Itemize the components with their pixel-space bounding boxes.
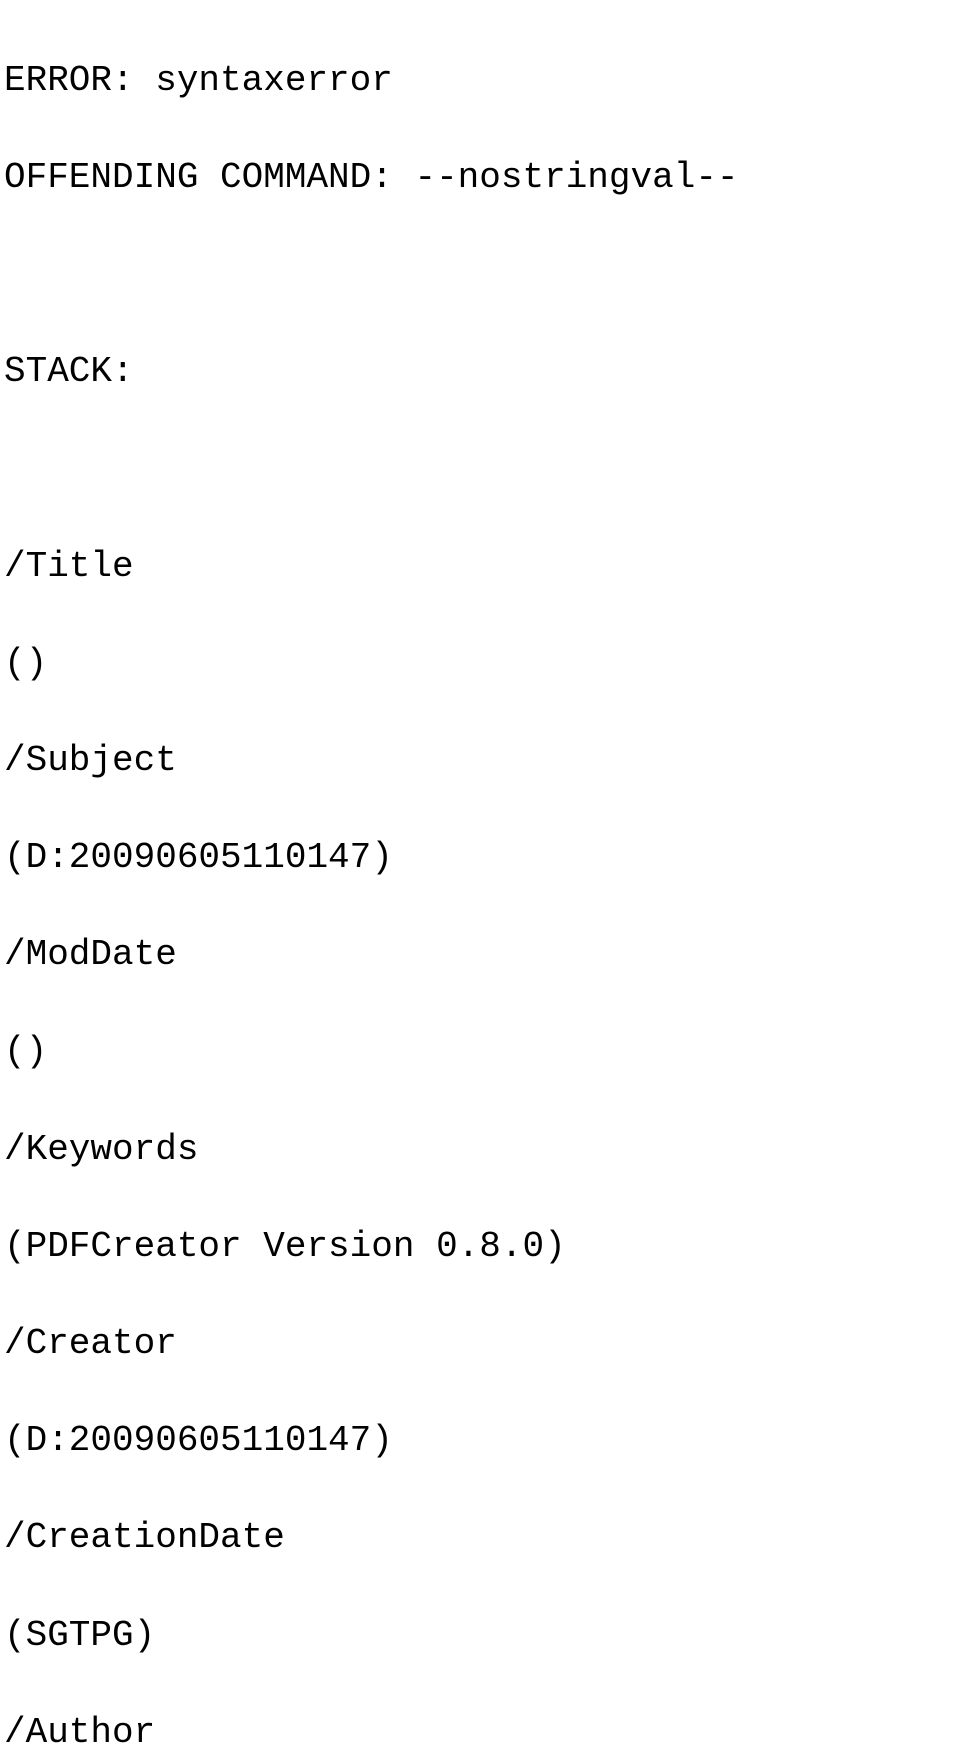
stack-header: STACK: (4, 348, 956, 397)
stack-entry-moddate: /ModDate (4, 931, 956, 980)
stack-entry-creator: /Creator (4, 1320, 956, 1369)
error-line: ERROR: syntaxerror (4, 57, 956, 106)
stack-entry-keywords: /Keywords (4, 1126, 956, 1175)
stack-entry-creationdate: /CreationDate (4, 1514, 956, 1563)
offending-command-line: OFFENDING COMMAND: --nostringval-- (4, 154, 956, 203)
blank-line-1 (4, 251, 956, 300)
stack-entry-title: /Title (4, 543, 956, 592)
stack-entry-pdfcreator: (PDFCreator Version 0.8.0) (4, 1223, 956, 1272)
stack-entry-date-2: (D:20090605110147) (4, 1417, 956, 1466)
stack-entry-empty-2: () (4, 1028, 956, 1077)
stack-entry-subject: /Subject (4, 737, 956, 786)
stack-entry-author: /Author (4, 1709, 956, 1758)
stack-entry-empty-1: () (4, 640, 956, 689)
stack-entry-sgtpg: (SGTPG) (4, 1612, 956, 1661)
stack-entry-date-1: (D:20090605110147) (4, 834, 956, 883)
blank-line-2 (4, 445, 956, 494)
